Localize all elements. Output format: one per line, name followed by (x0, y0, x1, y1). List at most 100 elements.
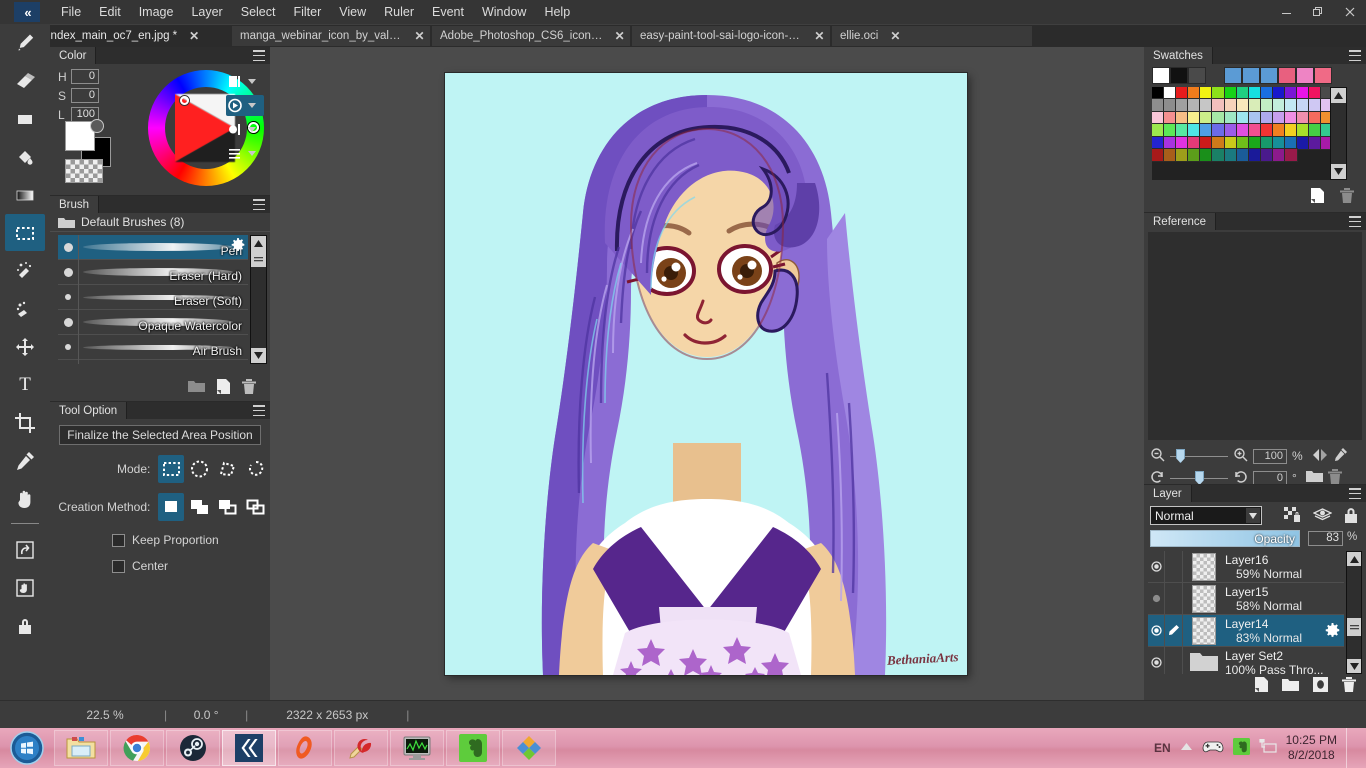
finalize-selection-button[interactable]: Finalize the Selected Area Position (59, 425, 261, 445)
creation-new-button[interactable] (158, 493, 185, 521)
menu-file[interactable]: File (52, 2, 90, 22)
swatch-cell[interactable] (1242, 67, 1260, 84)
swatch-cell[interactable] (1296, 87, 1311, 101)
swatch-cell[interactable] (1284, 135, 1299, 150)
swatch-cell[interactable] (1199, 135, 1214, 150)
chevron-down-icon[interactable] (248, 127, 256, 132)
layer-row[interactable]: Layer16 59% Normal (1148, 551, 1344, 583)
opacity-input[interactable]: 83 (1308, 531, 1343, 546)
swatch-cell[interactable] (1247, 135, 1262, 150)
restore-button[interactable] (1302, 0, 1334, 24)
hand-tool[interactable] (5, 480, 45, 517)
swatch-cell[interactable] (1271, 110, 1287, 126)
swatch-cell[interactable] (1247, 110, 1262, 126)
swatches-grid[interactable] (1152, 87, 1347, 180)
new-layer-icon[interactable] (1255, 677, 1268, 695)
swatch-cell[interactable] (1152, 147, 1166, 163)
swatch-cell[interactable] (1199, 87, 1214, 101)
clipping-mask-icon[interactable] (1284, 507, 1301, 526)
bucket-fill-tool[interactable] (5, 138, 45, 175)
swatch-cell[interactable] (1259, 135, 1274, 150)
creation-intersect-button[interactable] (242, 493, 268, 521)
swatch-cell[interactable] (1259, 123, 1274, 138)
taskbar-steam[interactable] (166, 730, 220, 766)
swatch-cell[interactable] (1271, 147, 1287, 163)
rotation-slider-knob[interactable] (1195, 471, 1204, 485)
swatch-cell[interactable] (1163, 147, 1178, 163)
layer-visibility-toggle[interactable] (1148, 615, 1165, 646)
swatch-cell[interactable] (1211, 123, 1226, 138)
swatch-cell[interactable] (1278, 67, 1296, 84)
color-mixer-mode[interactable] (226, 119, 264, 140)
tab-close-icon[interactable]: ✕ (413, 29, 426, 43)
swatch-cell[interactable] (1187, 98, 1202, 113)
swatch-cell[interactable] (1235, 135, 1250, 150)
eyedropper-icon[interactable] (1333, 447, 1348, 465)
canvas-viewport[interactable]: BethaniaArts (270, 47, 1144, 700)
swatch-cell[interactable] (1308, 110, 1323, 126)
eyedropper-tool[interactable] (5, 442, 45, 479)
taskbar-origin[interactable] (278, 730, 332, 766)
menu-edit[interactable]: Edit (90, 2, 130, 22)
blend-mode-select[interactable]: Normal (1150, 506, 1262, 525)
creation-add-button[interactable] (186, 493, 212, 521)
delete-brush-icon[interactable] (242, 379, 256, 397)
color-sliders-mode[interactable] (226, 143, 264, 164)
taskbar-google-chrome[interactable] (110, 730, 164, 766)
swatch-cell[interactable] (1235, 110, 1250, 126)
eraser-tool[interactable] (5, 62, 45, 99)
swatch-cell[interactable] (1271, 135, 1287, 150)
crop-tool[interactable] (5, 404, 45, 441)
swatch-cell[interactable] (1223, 123, 1238, 138)
pencil-tool[interactable] (5, 24, 45, 61)
taskbar-ccleaner[interactable] (334, 730, 388, 766)
brush-item-pen[interactable]: Pen (58, 235, 248, 260)
swatch-cell[interactable] (1152, 135, 1166, 150)
layer-row[interactable]: Layer14 83% Normal (1148, 615, 1344, 647)
swatch-cell[interactable] (1271, 98, 1287, 113)
swatch-cell[interactable] (1211, 110, 1226, 126)
tab-ellie-oci[interactable]: ellie.oci ✕ (832, 26, 1032, 46)
swatch-cell[interactable] (1199, 110, 1214, 126)
swatch-cell[interactable] (1199, 123, 1214, 138)
brush-item-partial[interactable] (58, 359, 248, 364)
swatch-cell[interactable] (1284, 110, 1299, 126)
center-checkbox[interactable] (112, 559, 125, 573)
swatch-cell[interactable] (1187, 147, 1202, 163)
menu-view[interactable]: View (330, 2, 375, 22)
swatch-cell[interactable] (1223, 147, 1238, 163)
new-folder-icon[interactable] (188, 380, 205, 396)
taskbar-clock[interactable]: 10:25 PM 8/2/2018 (1286, 733, 1337, 763)
pan-canvas-tool[interactable] (5, 569, 45, 606)
selection-source-icon[interactable] (1312, 508, 1333, 525)
chevron-down-icon[interactable] (248, 103, 256, 108)
brush-item-eraser-hard[interactable]: Eraser (Hard) (58, 259, 248, 285)
swatch-cell[interactable] (1224, 67, 1242, 84)
rotation-slider[interactable] (1170, 471, 1228, 485)
network-icon[interactable] (1259, 737, 1277, 758)
swatch-cell[interactable] (1247, 147, 1262, 163)
swatch-cell[interactable] (1308, 123, 1323, 138)
swatch-cell[interactable] (1259, 147, 1274, 163)
chevron-down-icon[interactable] (248, 151, 256, 156)
menu-ruler[interactable]: Ruler (375, 2, 423, 22)
swatch-cell[interactable] (1284, 98, 1299, 113)
swatch-cell[interactable] (1188, 67, 1206, 84)
swatches-scrollbar[interactable] (1330, 87, 1347, 180)
swatch-cell[interactable] (1175, 147, 1190, 163)
evernote-tray-icon[interactable] (1232, 738, 1250, 758)
swatch-cell[interactable] (1259, 87, 1274, 101)
tab-sai-logo-icon[interactable]: easy-paint-tool-sai-logo-icon-10.... ✕ (632, 26, 830, 46)
menu-help[interactable]: Help (535, 2, 579, 22)
swatch-cell[interactable] (1296, 98, 1311, 113)
swatch-cell[interactable] (1259, 110, 1274, 126)
transparent-color-swatch[interactable] (65, 159, 103, 183)
rectangular-marquee-tool[interactable] (5, 214, 45, 251)
tool-option-menu-icon[interactable] (253, 405, 265, 416)
swap-colors-icon[interactable] (90, 119, 104, 133)
scroll-down-button[interactable] (1331, 164, 1346, 179)
brush-item-eraser-soft[interactable]: Eraser (Soft) (58, 284, 248, 310)
brush-item-opaque-watercolor[interactable]: Opaque Watercolor (58, 309, 248, 335)
swatch-cell[interactable] (1259, 98, 1274, 113)
taskbar-diamond-app[interactable] (502, 730, 556, 766)
